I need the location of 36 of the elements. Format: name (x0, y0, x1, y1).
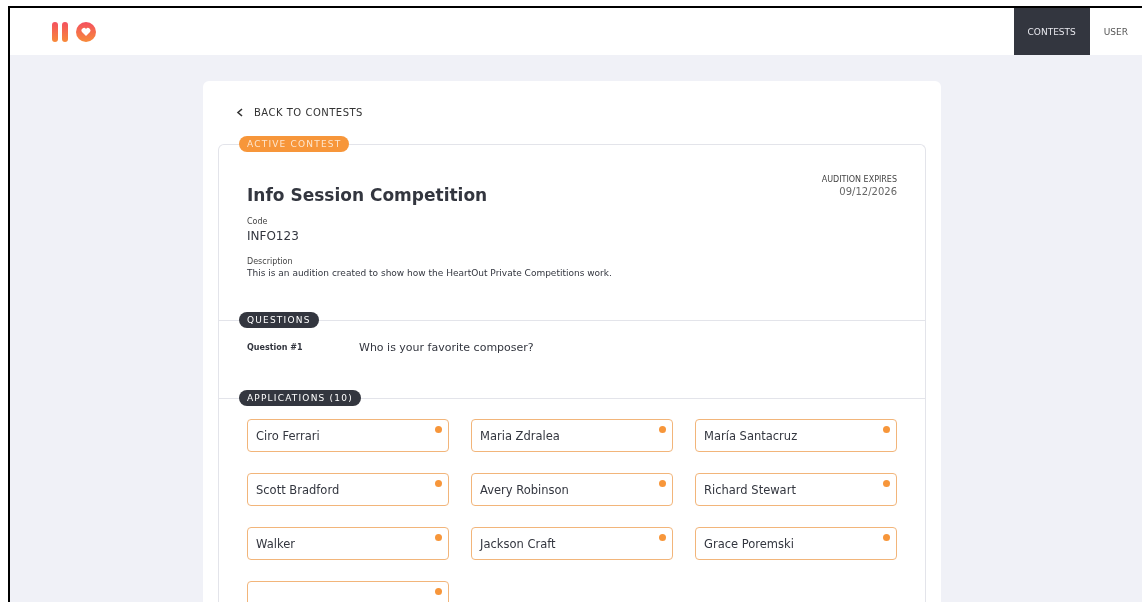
code-label: Code (247, 217, 269, 226)
status-dot-icon (435, 588, 442, 595)
application-card[interactable]: Ciro Ferrari (247, 419, 449, 452)
application-card[interactable]: Richard Stewart (695, 473, 897, 506)
section-badge: APPLICATIONS (10) (239, 390, 361, 406)
application-card[interactable]: Scott Bradford (247, 473, 449, 506)
status-dot-icon (883, 480, 890, 487)
status-dot-icon (659, 480, 666, 487)
expires-label: AUDITION EXPIRES (821, 175, 897, 184)
section-badge: QUESTIONS (239, 312, 319, 328)
status-dot-icon (659, 534, 666, 541)
status-dot-icon (883, 534, 890, 541)
status-dot-icon (883, 426, 890, 433)
nav-tab[interactable]: USER (1089, 8, 1142, 55)
code-value: INFO123 (247, 229, 300, 243)
question-text: Who is your favorite composer? (359, 341, 534, 354)
status-dot-icon (659, 426, 666, 433)
chevron-left-icon (236, 108, 244, 117)
back-link[interactable]: BACK TO CONTESTS (236, 107, 926, 118)
question-label: Question #1 (247, 343, 304, 352)
description-text: This is an audition created to show how the HeartOut Private Competitions work. (247, 268, 612, 278)
back-link-label[interactable]: BACK TO CONTESTS (254, 107, 363, 118)
expires-date: 09/12/2026 (838, 186, 897, 197)
application-card[interactable]: Grace Poremski (695, 527, 897, 560)
contest-title: Info Session Competition (247, 185, 489, 205)
application-card[interactable]: Maria Zdralea (471, 419, 673, 452)
application-card[interactable]: Walker (247, 527, 449, 560)
nav-tab[interactable]: CONTESTS (1013, 8, 1090, 55)
description-label: Description (247, 257, 294, 266)
status-badge: ACTIVE CONTEST (239, 136, 350, 152)
application-card[interactable]: Avery Robinson (471, 473, 673, 506)
status-dot-icon (435, 534, 442, 541)
status-dot-icon (435, 426, 442, 433)
application-card[interactable]: María Santacruz (695, 419, 897, 452)
application-card[interactable]: Jackson Craft (471, 527, 673, 560)
status-dot-icon (435, 480, 442, 487)
